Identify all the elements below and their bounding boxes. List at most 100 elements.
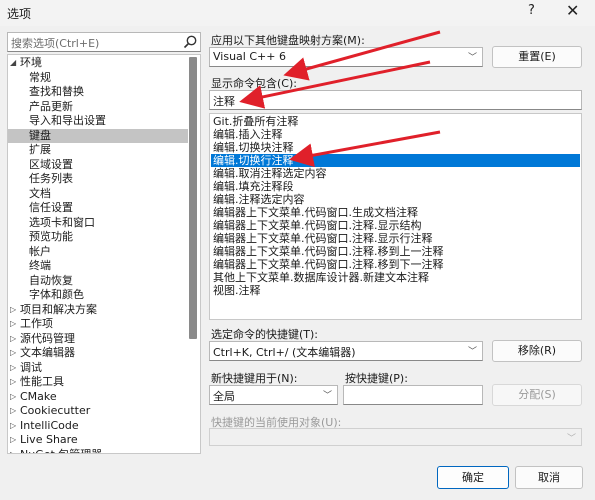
tree-item[interactable]: ▷ 源代码管理 — [8, 332, 188, 347]
assign-button[interactable]: 分配(S) — [492, 384, 582, 406]
tree-item[interactable]: 查找和替换 — [8, 85, 188, 100]
tree-item-label: CMake — [20, 389, 57, 403]
tree-item[interactable]: 键盘 — [8, 128, 188, 143]
command-list-item[interactable]: 其他上下文菜单.数据库设计器.新建文本注释 — [211, 271, 580, 284]
command-list-item[interactable]: 编辑.填充注释段 — [211, 180, 580, 193]
command-list-item[interactable]: 编辑器上下文菜单.代码窗口.注释.移到下一注释 — [211, 258, 580, 271]
window-title: 选项 — [7, 7, 32, 21]
search-placeholder: 搜索选项(Ctrl+E) — [11, 37, 100, 50]
tree-item-label: 区域设置 — [29, 157, 73, 171]
scope-value: 全局 — [213, 390, 235, 403]
command-list-item[interactable]: 编辑.插入注释 — [211, 128, 580, 141]
collapse-arrow-icon[interactable]: ▷ — [10, 390, 20, 405]
command-list-item[interactable]: 编辑器上下文菜单.代码窗口.注释.移到上一注释 — [211, 245, 580, 258]
scope-select[interactable]: 全局 ﹀ — [209, 385, 338, 405]
command-list-item[interactable]: 编辑.切换行注释 — [211, 154, 580, 167]
tree-item[interactable]: ▷ IntelliCode — [8, 419, 188, 434]
tree-item[interactable]: ▷ CMake — [8, 390, 188, 405]
help-button[interactable]: ? — [528, 3, 535, 18]
tree-item-label: 扩展 — [29, 143, 51, 156]
tree-item[interactable]: 扩展 — [8, 143, 188, 158]
tree-item[interactable]: 终端 — [8, 259, 188, 274]
tree-item-label: 项目和解决方案 — [20, 302, 97, 316]
collapse-arrow-icon[interactable]: ▷ — [10, 303, 20, 318]
collapse-arrow-icon[interactable]: ▷ — [10, 448, 20, 454]
command-list-item[interactable]: 编辑.注释选定内容 — [211, 193, 580, 206]
tree-item-label: 终端 — [29, 259, 51, 272]
tree-item-label: 环境 — [20, 56, 42, 69]
tree-item[interactable]: ▷ 性能工具 — [8, 375, 188, 390]
search-input[interactable]: 搜索选项(Ctrl+E) — [7, 32, 201, 52]
collapse-arrow-icon[interactable]: ▷ — [10, 433, 20, 448]
command-list[interactable]: Git.折叠所有注释 编辑.插入注释 编辑.切换块注释 编辑.切换行注释 编辑.取消注释… — [209, 113, 582, 320]
command-list-item[interactable]: 编辑器上下文菜单.代码窗口.注释.显示行注释 — [211, 232, 580, 245]
command-list-item[interactable]: 编辑器上下文菜单.代码窗口.注释.显示结构 — [211, 219, 580, 232]
tree-item-label: 文本编辑器 — [20, 346, 75, 359]
filter-input[interactable]: 注释 — [209, 90, 582, 110]
tree-item[interactable]: 任务列表 — [8, 172, 188, 187]
tree-item[interactable]: 选项卡和窗口 — [8, 216, 188, 231]
cancel-button[interactable]: 取消 — [515, 466, 583, 489]
chevron-down-icon: ﹀ — [467, 53, 477, 63]
remove-button[interactable]: 移除(R) — [492, 340, 582, 362]
collapse-arrow-icon[interactable]: ▷ — [10, 317, 20, 332]
chevron-down-icon: ﹀ — [322, 391, 332, 401]
tree-item-label: 帐户 — [29, 244, 51, 258]
close-button[interactable]: ✕ — [566, 1, 579, 20]
tree-item[interactable]: ▷ 调试 — [8, 361, 188, 376]
command-list-item[interactable]: 编辑.取消注释选定内容 — [211, 167, 580, 180]
tree-item[interactable]: 产品更新 — [8, 100, 188, 115]
tree-item-label: Cookiecutter — [20, 404, 91, 417]
tree-item-label: 产品更新 — [29, 99, 73, 113]
tree-item[interactable]: 区域设置 — [8, 158, 188, 173]
collapse-arrow-icon[interactable]: ▷ — [10, 419, 20, 434]
ok-button[interactable]: 确定 — [437, 466, 509, 489]
tree-item-label: 导入和导出设置 — [29, 114, 106, 127]
chevron-down-icon: ﹀ — [467, 347, 477, 357]
collapse-arrow-icon[interactable]: ▷ — [10, 404, 20, 419]
collapse-arrow-icon[interactable]: ▷ — [10, 346, 20, 361]
tree-item[interactable]: 帐户 — [8, 245, 188, 260]
tree-item-label: 源代码管理 — [20, 331, 75, 345]
tree-item[interactable]: 文档 — [8, 187, 188, 202]
tree-item[interactable]: ▷ NuGet 包管理器 — [8, 447, 188, 454]
tree-item[interactable]: ▷ Cookiecutter — [8, 404, 188, 419]
search-icon[interactable] — [182, 34, 198, 50]
tree-item[interactable]: 字体和颜色 — [8, 288, 188, 303]
tree-item-label: 常规 — [29, 70, 51, 84]
tree-item[interactable]: ▷ 文本编辑器 — [8, 346, 188, 361]
command-list-item[interactable]: 编辑器上下文菜单.代码窗口.生成文档注释 — [211, 206, 580, 219]
shortcut-select[interactable]: Ctrl+K, Ctrl+/ (文本编辑器) ﹀ — [209, 341, 483, 361]
tree-item[interactable]: 自动恢复 — [8, 274, 188, 289]
reset-button[interactable]: 重置(E) — [492, 46, 582, 68]
tree-item-label: NuGet 包管理器 — [20, 447, 103, 454]
collapse-arrow-icon[interactable]: ▷ — [10, 375, 20, 390]
command-list-item[interactable]: 视图.注释 — [211, 284, 580, 297]
tree-item-label: 字体和颜色 — [29, 288, 84, 301]
tree-item-label: 查找和替换 — [29, 85, 84, 98]
tree-item-label: 预览功能 — [29, 230, 73, 243]
tree-item[interactable]: ◢ 环境 — [8, 56, 188, 71]
tree-item[interactable]: ▷ 工作项 — [8, 317, 188, 332]
shortcut-value: Ctrl+K, Ctrl+/ (文本编辑器) — [213, 346, 356, 359]
filter-value: 注释 — [213, 95, 235, 108]
collapse-arrow-icon[interactable]: ▷ — [10, 361, 20, 376]
usage-select[interactable]: ﹀ — [209, 428, 582, 446]
tree-scrollbar-thumb[interactable] — [189, 57, 197, 339]
tree-item[interactable]: ▷ Live Share — [8, 433, 188, 448]
tree-item-label: Live Share — [20, 433, 78, 446]
tree-item-label: 自动恢复 — [29, 273, 73, 287]
tree-item[interactable]: 常规 — [8, 71, 188, 86]
options-tree[interactable]: ◢ 环境 常规 查找和替换 产品更新 导入和导出设置 键盘 扩展 区域设置 任务列表 文档 信任设置选… — [7, 54, 201, 454]
expand-arrow-icon[interactable]: ◢ — [10, 56, 20, 71]
command-list-item[interactable]: Git.折叠所有注释 — [211, 115, 580, 128]
tree-item-label: IntelliCode — [20, 418, 79, 432]
mapping-scheme-select[interactable]: Visual C++ 6 ﹀ — [209, 47, 483, 67]
tree-item[interactable]: 预览功能 — [8, 230, 188, 245]
tree-item[interactable]: 信任设置 — [8, 201, 188, 216]
command-list-item[interactable]: 编辑.切换块注释 — [211, 141, 580, 154]
tree-item[interactable]: ▷ 项目和解决方案 — [8, 303, 188, 318]
press-shortcut-input[interactable] — [343, 385, 483, 405]
collapse-arrow-icon[interactable]: ▷ — [10, 332, 20, 347]
tree-item[interactable]: 导入和导出设置 — [8, 114, 188, 129]
